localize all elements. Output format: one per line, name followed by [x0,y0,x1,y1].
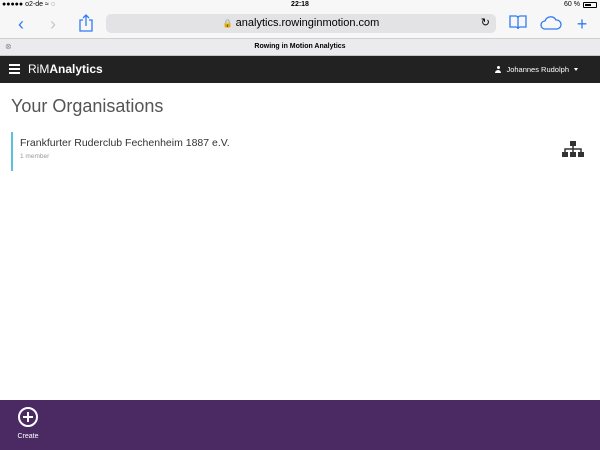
user-icon [495,66,502,73]
tab-strip: ⊗ Rowing in Motion Analytics [0,38,600,56]
user-name: Johannes Rudolph [506,65,569,74]
app-navbar: RiMAnalytics Johannes Rudolph [0,56,600,83]
create-button[interactable]: Create [14,407,42,440]
create-label: Create [17,433,39,440]
share-icon[interactable] [77,14,95,34]
tab-title[interactable]: Rowing in Motion Analytics [0,43,600,50]
organisation-item[interactable]: Frankfurter Ruderclub Fechenheim 1887 e.… [11,132,589,171]
status-time: 22:18 [291,1,309,8]
add-circle-icon [18,407,38,427]
brand-logo[interactable]: RiMAnalytics [28,62,103,76]
status-bar: ●●●●● o2-de ≈ ◌ 22:18 60 % [0,0,600,10]
new-tab-icon[interactable]: + [574,14,590,34]
battery-percent: 60 % [564,1,580,8]
forward-icon[interactable]: › [46,14,60,34]
menu-icon[interactable] [9,64,20,74]
bottom-action-bar: Create [0,400,600,450]
battery-icon [583,1,597,8]
battery-group: 60 % [564,1,597,8]
address-bar[interactable]: 🔒 analytics.rowinginmotion.com ↻ [106,14,496,33]
browser-toolbar: ‹ › 🔒 analytics.rowinginmotion.com ↻ + [0,10,600,38]
reload-icon[interactable]: ↻ [481,14,490,33]
brand-suffix: Analytics [49,62,103,76]
lock-icon: 🔒 [222,19,233,28]
bookmarks-icon[interactable] [508,14,528,34]
brand-prefix: RiM [28,62,50,76]
organisation-name[interactable]: Frankfurter Ruderclub Fechenheim 1887 e.… [20,137,230,149]
org-hierarchy-icon[interactable] [562,141,584,159]
back-icon[interactable]: ‹ [14,14,28,34]
user-menu[interactable]: Johannes Rudolph [495,65,578,74]
page-title: Your Organisations [11,96,164,116]
caret-down-icon [574,68,578,71]
cloud-tabs-icon[interactable] [539,14,563,34]
url-text: analytics.rowinginmotion.com [235,17,380,29]
organisation-member-count: 1 member [20,153,50,160]
